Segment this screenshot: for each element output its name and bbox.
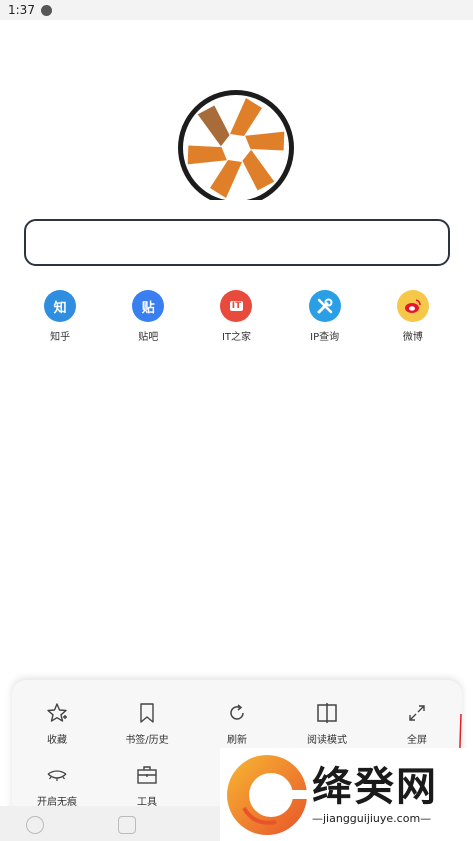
shortcut-weibo[interactable]: 微博 [383, 290, 443, 343]
menu-label: 全屏 [407, 735, 427, 746]
shortcut-label: 知乎 [50, 332, 71, 343]
menu-label: 收藏 [47, 735, 67, 746]
fullscreen-icon [409, 705, 425, 721]
watermark-domain: —jiangguijiuye.com— [312, 812, 432, 825]
tieba-icon: 贴 [132, 290, 165, 322]
site-watermark: 绛癸网 —jiangguijiuye.com— [220, 748, 473, 841]
status-bar: 1:37 [0, 0, 473, 20]
menu-favorite[interactable]: 收藏 [12, 702, 102, 746]
watermark-logo [227, 755, 307, 835]
menu-label: 刷新 [227, 735, 247, 746]
search-input[interactable] [24, 219, 450, 266]
menu-reading-mode[interactable]: 阅读模式 [282, 702, 372, 746]
menu-fullscreen[interactable]: 全屏 [372, 702, 462, 746]
shortcut-ip-lookup[interactable]: IP查询 [295, 290, 355, 343]
zhihu-icon: 知 [44, 290, 77, 322]
star-plus-icon [47, 703, 67, 722]
shortcut-label: 贴吧 [138, 332, 159, 343]
shortcut-tieba[interactable]: 贴 贴吧 [118, 290, 178, 343]
tools-wrench-icon [308, 290, 341, 322]
shortcut-label: IP查询 [310, 332, 340, 343]
refresh-icon [230, 704, 244, 720]
app-logo [172, 90, 300, 206]
nav-recents-icon[interactable] [118, 816, 136, 834]
weibo-icon [396, 290, 429, 322]
toolbox-icon [137, 766, 157, 784]
incognito-eye-icon [47, 770, 67, 781]
reading-mode-icon [317, 703, 337, 723]
ithome-icon: IT [220, 290, 253, 322]
shortcut-label: IT之家 [221, 332, 251, 343]
nav-home-icon[interactable] [26, 816, 44, 834]
shortcut-grid: 知 知乎 贴 贴吧 IT IT之家 IP查询 微博 [0, 290, 473, 343]
menu-tools[interactable]: 工具 [102, 764, 192, 808]
shortcut-ithome[interactable]: IT IT之家 [206, 290, 266, 343]
menu-label: 书签/历史 [125, 735, 169, 746]
bookmark-icon [140, 703, 154, 723]
menu-incognito[interactable]: 开启无痕 [12, 764, 102, 808]
notification-icon [40, 4, 52, 16]
menu-refresh[interactable]: 刷新 [192, 702, 282, 746]
shortcut-label: 微博 [402, 332, 423, 343]
status-time: 1:37 [8, 3, 35, 17]
menu-bookmarks-history[interactable]: 书签/历史 [102, 702, 192, 746]
shortcut-zhihu[interactable]: 知 知乎 [30, 290, 90, 343]
watermark-brand: 绛癸网 [312, 763, 438, 810]
menu-label: 阅读模式 [307, 735, 347, 746]
